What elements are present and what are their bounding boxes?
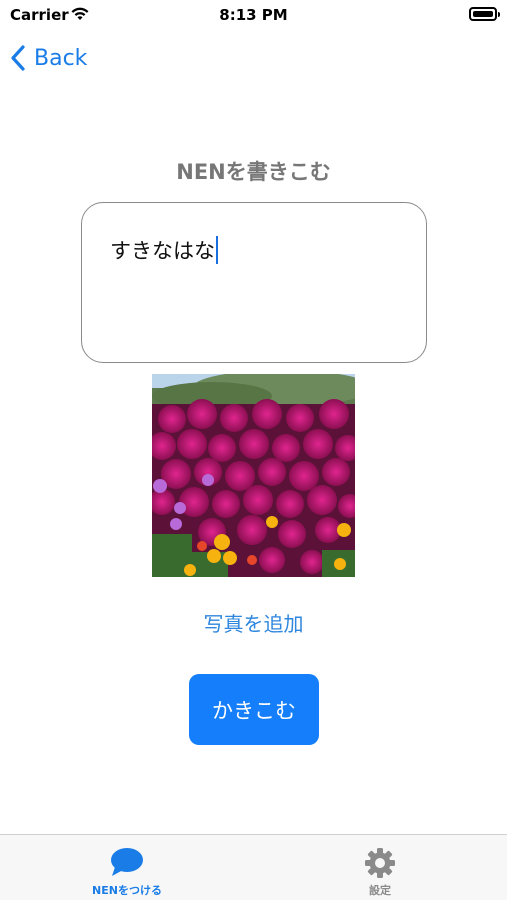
- chevron-left-icon: [11, 45, 25, 71]
- gear-icon: [300, 847, 460, 879]
- tab-nen-label: NENをつける: [92, 884, 162, 897]
- status-time: 8:13 PM: [219, 6, 288, 24]
- text-caret: [216, 236, 218, 264]
- back-button[interactable]: Back: [10, 40, 87, 76]
- flower-photo: [152, 374, 355, 577]
- add-photo-button[interactable]: 写真を追加: [0, 608, 507, 637]
- speech-bubble-icon: [47, 847, 207, 877]
- tab-settings[interactable]: 設定: [300, 835, 460, 901]
- status-bar: Carrier 8:13 PM: [0, 0, 507, 30]
- tab-bar: NENをつける 設定: [0, 834, 507, 900]
- page-title: NENを書きこむ: [176, 160, 331, 184]
- tab-nen[interactable]: NENをつける: [47, 835, 207, 901]
- tab-settings-label: 設定: [369, 884, 391, 897]
- back-label: Back: [34, 45, 88, 71]
- nen-text-value: すきなはな: [110, 235, 218, 265]
- submit-button[interactable]: かきこむ: [189, 674, 319, 745]
- nen-text-area[interactable]: すきなはな: [81, 202, 427, 363]
- battery-icon: [469, 7, 500, 21]
